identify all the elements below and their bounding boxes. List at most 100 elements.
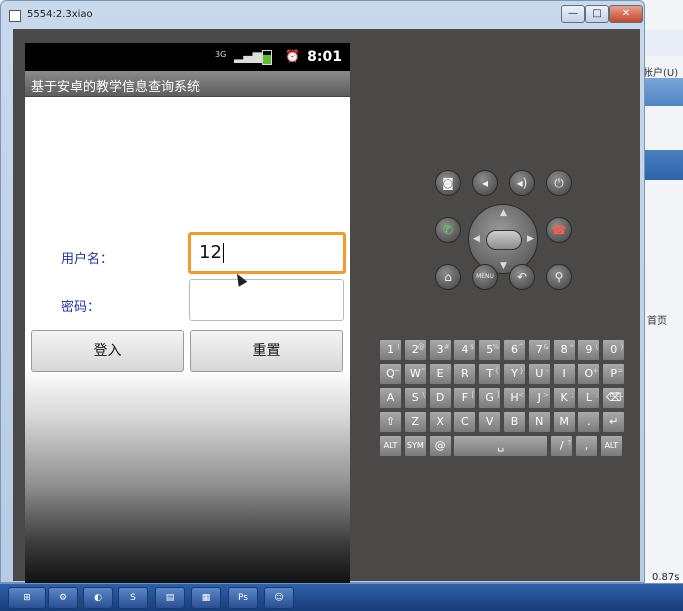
- key[interactable]: 3 #: [428, 339, 452, 361]
- key[interactable]: 0): [602, 339, 626, 361]
- key[interactable]: R: [453, 363, 477, 385]
- key-alt-label: $: [469, 343, 475, 351]
- taskbar-document-icon[interactable]: ▤: [155, 587, 185, 609]
- key[interactable]: 7 &: [527, 339, 551, 361]
- key[interactable]: K;: [552, 387, 576, 409]
- key[interactable]: 1!: [379, 339, 402, 361]
- key[interactable]: 6 ^: [503, 339, 526, 361]
- login-button[interactable]: 登入: [31, 330, 184, 372]
- call-button[interactable]: ✆: [435, 217, 461, 243]
- key[interactable]: 2 @: [403, 339, 427, 361]
- key[interactable]: ,: [575, 435, 598, 457]
- key-alt-label: ?: [567, 439, 572, 447]
- menu-button[interactable]: MENU: [472, 264, 498, 290]
- key-label: 3: [436, 343, 444, 356]
- username-label: 用户名：: [61, 252, 114, 267]
- maximize-button[interactable]: □: [585, 5, 609, 23]
- volume-down-button[interactable]: ◂: [472, 170, 498, 196]
- key-label: X: [436, 415, 444, 428]
- power-button[interactable]: ⏻: [546, 170, 572, 196]
- key[interactable]: Z: [403, 411, 427, 433]
- key[interactable]: E ´: [428, 363, 452, 385]
- dpad-down-icon: ▼: [500, 261, 507, 271]
- key[interactable]: 8 *: [552, 339, 576, 361]
- key[interactable]: O +: [577, 363, 601, 385]
- key[interactable]: U-: [527, 363, 551, 385]
- close-button[interactable]: ✕: [609, 5, 643, 23]
- key[interactable]: ↵: [602, 411, 626, 433]
- key-alt-label: &: [543, 343, 549, 351]
- key[interactable]: /?: [550, 435, 574, 457]
- key-label: SYM: [406, 441, 424, 450]
- key[interactable]: L:: [577, 387, 601, 409]
- key-label: 8: [560, 343, 568, 356]
- key[interactable]: W ": [403, 363, 427, 385]
- volume-up-button[interactable]: ◂): [509, 170, 535, 196]
- key[interactable]: Y}: [503, 363, 526, 385]
- background-banner: [641, 150, 683, 180]
- key[interactable]: P =: [602, 363, 626, 385]
- key[interactable]: @: [428, 435, 452, 457]
- key[interactable]: Q ~: [379, 363, 402, 385]
- key[interactable]: D: [428, 387, 452, 409]
- key[interactable]: 9(: [577, 339, 601, 361]
- key[interactable]: ␣: [453, 435, 549, 457]
- key[interactable]: V: [478, 411, 502, 433]
- key[interactable]: SYM: [403, 435, 427, 457]
- window-title: 5554:2.3xiao: [27, 9, 93, 20]
- key-alt-label: :: [596, 391, 599, 399]
- reset-button[interactable]: 重置: [190, 330, 343, 372]
- key[interactable]: A: [379, 387, 402, 409]
- search-button[interactable]: ⚲: [546, 264, 572, 290]
- key-alt-label: !: [397, 343, 400, 351]
- taskbar-settings-icon[interactable]: ⚙: [48, 587, 78, 609]
- taskbar-calculator-icon[interactable]: ▦: [191, 587, 221, 609]
- password-label: 密码：: [61, 300, 101, 315]
- key[interactable]: X: [428, 411, 452, 433]
- taskbar-qq-icon[interactable]: ☺: [264, 587, 294, 609]
- key[interactable]: F[: [453, 387, 477, 409]
- key[interactable]: I: [552, 363, 576, 385]
- key[interactable]: ALT: [599, 435, 623, 457]
- dpad[interactable]: ▲ ▼ ◀ ▶: [468, 204, 538, 274]
- username-input[interactable]: 12: [188, 232, 346, 274]
- key[interactable]: J >: [527, 387, 551, 409]
- key[interactable]: B: [503, 411, 526, 433]
- taskbar-browser-icon[interactable]: S: [118, 587, 148, 609]
- key[interactable]: 4 $: [453, 339, 477, 361]
- key[interactable]: .: [577, 411, 601, 433]
- key[interactable]: C: [453, 411, 477, 433]
- window-app-icon: [9, 10, 21, 22]
- dpad-center-button[interactable]: [486, 230, 522, 250]
- taskbar-photoshop-icon[interactable]: Ps: [228, 587, 258, 609]
- key-alt-label: ^: [518, 343, 524, 351]
- start-button[interactable]: ⊞: [8, 587, 46, 609]
- network-3g-icon: 3G: [215, 50, 227, 59]
- password-input[interactable]: [189, 279, 344, 321]
- status-bar: 3G ▂▄▆ ⏰ 8:01: [25, 43, 350, 71]
- key[interactable]: N: [527, 411, 551, 433]
- minimize-button[interactable]: —: [561, 5, 585, 23]
- key-alt-label: %: [492, 343, 500, 351]
- key[interactable]: 5%: [478, 339, 502, 361]
- back-button[interactable]: ↶: [509, 264, 535, 290]
- key[interactable]: ⌫ DEL: [602, 387, 626, 409]
- key[interactable]: S \: [403, 387, 427, 409]
- camera-button[interactable]: ◙: [435, 170, 461, 196]
- login-form: 用户名： 12 密码： 登入 重置: [25, 97, 350, 583]
- end-call-button[interactable]: ☎: [546, 217, 572, 243]
- key[interactable]: T{: [478, 363, 502, 385]
- key[interactable]: G]: [478, 387, 502, 409]
- taskbar-app-icon[interactable]: ◐: [83, 587, 113, 609]
- key[interactable]: ⇧: [379, 411, 402, 433]
- search-icon: ⚲: [554, 270, 564, 284]
- window-titlebar[interactable]: 5554:2.3xiao — □ ✕: [1, 1, 644, 29]
- home-button[interactable]: ⌂: [435, 264, 461, 290]
- key-alt-label: *: [570, 343, 574, 351]
- key-label: P: [610, 367, 617, 380]
- key[interactable]: ALT: [379, 435, 402, 457]
- key[interactable]: H <: [503, 387, 526, 409]
- key-label: 7: [535, 343, 543, 356]
- key[interactable]: M: [552, 411, 576, 433]
- key-alt-label: ~: [394, 367, 400, 375]
